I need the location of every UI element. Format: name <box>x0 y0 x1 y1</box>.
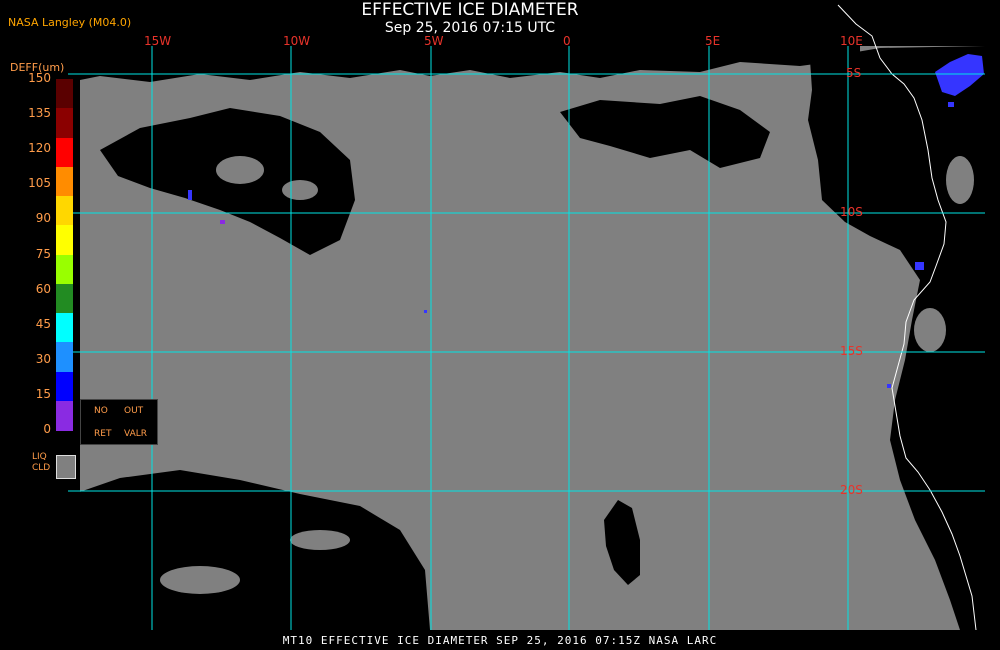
colorbar-tick-label: 75 <box>35 246 51 261</box>
ice-speck-2 <box>948 102 954 107</box>
cld-label: CLD <box>32 463 51 473</box>
colorbar-swatch <box>56 166 73 197</box>
colorbar-swatch <box>56 313 73 343</box>
colorbar-tick-label: 105 <box>28 176 51 191</box>
product-footer: MT10 EFFECTIVE ICE DIAMETER SEP 25, 2016… <box>282 634 718 647</box>
colorbar-tick-label: 120 <box>28 141 51 156</box>
cloud-island-c <box>946 156 974 204</box>
legend-valr-label: VALR <box>124 429 148 439</box>
latitude-label-20s: 20S <box>840 483 863 497</box>
colorbar-swatch <box>56 108 73 138</box>
cloud-island-f <box>290 530 350 550</box>
map-title: EFFECTIVE ICE DIAMETER <box>361 0 579 20</box>
liquid-cloud-legend-label: LIQ CLD <box>32 452 50 474</box>
cloud-island-d <box>914 308 946 352</box>
ice-speck-5 <box>887 384 891 388</box>
cloud-island-e <box>160 566 240 594</box>
colorbar-swatch <box>56 400 73 431</box>
legend-out-label: OUT <box>124 406 144 416</box>
longitude-label-10e: 10E <box>840 34 863 48</box>
latitude-label-10s: 10S <box>840 205 863 219</box>
longitude-label-5w: 5W <box>424 34 444 48</box>
latitude-label-5s: 5S <box>846 66 862 80</box>
ice-speck-1 <box>915 262 924 270</box>
colorbar-swatch <box>56 254 73 285</box>
colorbar-tick-label: 135 <box>28 106 51 121</box>
colorbar-swatch <box>56 342 73 372</box>
colorbar-tick-label: 45 <box>35 316 51 331</box>
colorbar-swatch <box>56 371 73 402</box>
ice-speck-4 <box>424 310 427 313</box>
cloud-island-a <box>216 156 264 184</box>
colorbar-swatch <box>56 283 73 314</box>
colorbar-tick-label: 150 <box>28 71 51 85</box>
colorbar-tick-label: 60 <box>35 281 51 296</box>
map-panel <box>68 4 985 631</box>
longitude-label-5e: 5E <box>705 34 721 48</box>
colorbar-swatch <box>56 196 73 226</box>
colorbar-tick-label: 0 <box>43 422 51 436</box>
cloud-island-b <box>282 180 318 200</box>
colorbar-tick-label: 30 <box>35 351 51 366</box>
liquid-cloud-swatch <box>56 455 76 479</box>
latitude-label-15s: 15S <box>840 344 863 358</box>
liq-label: LIQ <box>32 452 47 462</box>
colorbar-tick-label: 15 <box>35 386 51 401</box>
colorbar-swatch <box>56 79 73 109</box>
legend-no-label: NO <box>94 406 108 416</box>
ice-speck-6 <box>220 220 225 224</box>
satellite-product-image: NASA Langley (M04.0) EFFECTIVE ICE DIAME… <box>0 0 1000 650</box>
colorbar-swatch <box>56 225 73 255</box>
ice-speck-3 <box>188 190 192 200</box>
map-timestamp: Sep 25, 2016 07:15 UTC <box>384 20 556 36</box>
longitude-label-10w: 10W <box>283 34 311 48</box>
legend-ret-label: RET <box>94 429 112 439</box>
longitude-label-15w: 15W <box>144 34 172 48</box>
colorbar-swatch <box>56 137 73 168</box>
no-retrieval-legend: NO OUT RET VALR <box>80 399 158 445</box>
colorbar-tick-label: 90 <box>35 211 51 226</box>
longitude-label-0: 0 <box>563 34 571 48</box>
